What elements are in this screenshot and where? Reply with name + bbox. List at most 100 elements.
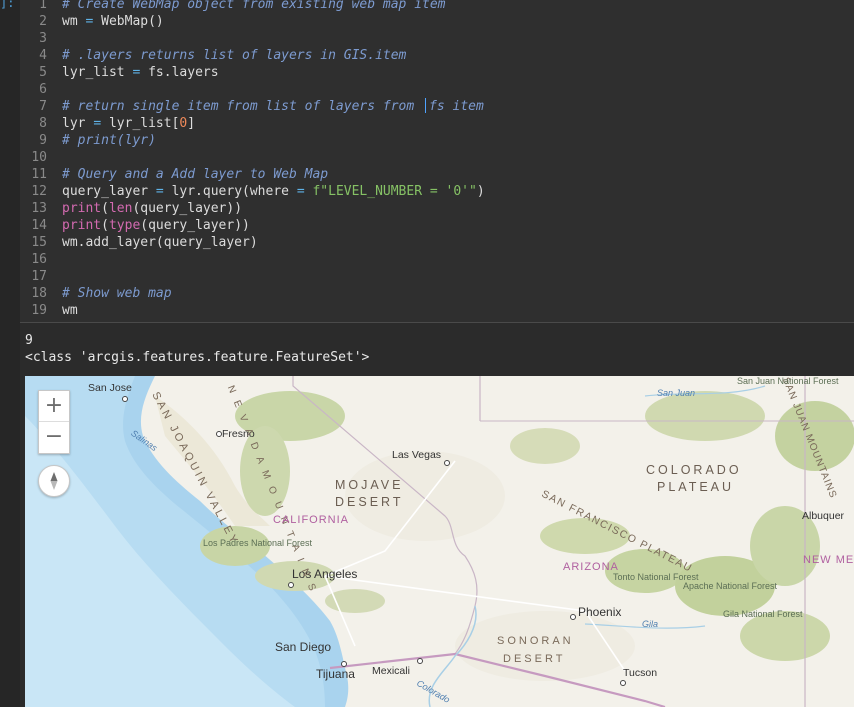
label-san-diego: San Diego [275,640,332,654]
label-apache-forest: Apache National Forest [683,581,777,591]
label-san-juan-forest: San Juan National Forest [737,376,839,386]
code-text: # print(lyr) [62,132,156,149]
code-line[interactable]: 8 lyr = lyr_list[0] [20,115,854,132]
code-text: print(type(query_layer)) [62,217,250,234]
code-line[interactable]: 3 [20,30,854,47]
compass-icon [50,472,58,490]
code-line[interactable]: 1 # Create WebMap object from existing we… [20,0,854,13]
code-text: # Show web map [62,285,172,302]
code-text: wm.add_layer(query_layer) [62,234,258,251]
label-colorado: COLORADO [646,463,742,477]
line-number: 1 [39,0,47,12]
line-number: 7 [39,99,47,114]
code-line[interactable]: 19 wm [20,302,854,319]
label-arizona: ARIZONA [563,561,619,573]
code-line[interactable]: 17 [20,268,854,285]
label-mexicali: Mexicali [372,665,410,677]
line-number: 2 [39,14,47,29]
label-san-jose: San Jose [88,382,132,394]
city-marker [122,396,128,402]
code-text: lyr = lyr_list[0] [62,115,195,132]
code-token: query_layer [62,184,156,199]
code-token: print [62,201,102,216]
line-number: 13 [31,201,47,216]
code-line[interactable]: 13 print(len(query_layer)) [20,200,854,217]
code-text: # .layers returns list of layers in GIS.… [62,47,406,64]
code-text: # Query and a Add layer to Web Map [62,166,328,183]
code-token: wm [62,303,78,318]
code-text: # return single item from list of layers… [62,98,484,115]
code-token: print [62,218,102,233]
web-map[interactable]: + − San Jose Fresno Las Vegas Los Angele… [25,376,854,707]
city-marker [417,658,423,664]
line-number: 19 [31,303,47,318]
line-number: 9 [39,133,47,148]
code-line[interactable]: 7 # return single item from list of layer… [20,98,854,115]
city-marker [444,460,450,466]
line-number: 18 [31,286,47,301]
label-las-vegas: Las Vegas [392,449,442,461]
code-token: lyr [62,116,94,131]
code-token: # Query and a Add layer to Web Map [62,167,329,182]
line-number: 5 [39,65,47,80]
line-number: 15 [31,235,47,250]
label-albuquerque: Albuquer [802,510,845,522]
cell-prompt: ]: [0,0,15,10]
code-text: wm [62,302,78,319]
code-line[interactable]: 9 # print(lyr) [20,132,854,149]
line-number: 3 [39,31,47,46]
code-line[interactable]: 6 [20,81,854,98]
code-line[interactable]: 16 [20,251,854,268]
compass-button[interactable] [38,465,70,497]
city-marker [288,582,294,588]
city-marker [570,614,576,620]
line-number: 12 [31,184,47,199]
code-token: # print(lyr) [62,133,156,148]
code-line[interactable]: 14 print(type(query_layer)) [20,217,854,234]
code-token: # .layers returns list of layers in GIS.… [62,48,407,63]
code-token: f"LEVEL_NUMBER = '0'" [304,184,477,199]
code-token: = [155,184,164,199]
zoom-control: + − [38,390,70,454]
zoom-out-button[interactable]: − [39,422,69,453]
code-line[interactable]: 15 wm.add_layer(query_layer) [20,234,854,251]
code-text: lyr_list = fs.layers [62,64,219,81]
code-token: len [108,201,133,216]
line-number: 17 [31,269,47,284]
code-line[interactable]: 11 # Query and a Add layer to Web Map [20,166,854,183]
code-line[interactable]: 5 lyr_list = fs.layers [20,64,854,81]
label-california: CALIFORNIA [273,514,350,526]
code-token: wm.add_layer(query_layer) [62,235,258,250]
line-number: 4 [39,48,47,63]
code-line[interactable]: 4 # .layers returns list of layers in GIS… [20,47,854,64]
code-line[interactable]: 2 wm = WebMap() [20,13,854,30]
line-number: 14 [31,218,47,233]
label-gila-river: Gila [642,619,659,629]
line-number: 8 [39,116,47,131]
label-mojave: MOJAVE [335,478,404,492]
cell-output: 9 <class 'arcgis.features.feature.Featur… [20,322,854,370]
code-token: lyr.query(where [163,184,297,199]
text-cursor [425,98,427,113]
label-new-mexico: NEW ME [803,554,854,566]
code-token: ( [101,218,109,233]
code-text: # Create WebMap object from existing web… [62,0,446,13]
zoom-in-button[interactable]: + [39,391,69,422]
line-number: 10 [31,150,47,165]
label-tucson: Tucson [623,667,658,679]
code-text: query_layer = lyr.query(where = f"LEVEL_… [62,183,485,200]
basemap-terrain [25,376,854,707]
output-line-count: 9 [25,333,33,348]
label-tonto-forest: Tonto National Forest [613,572,699,582]
code-line[interactable]: 10 [20,149,854,166]
code-token: fs item [429,99,484,114]
label-san-juan-river: San Juan [657,388,696,398]
code-line[interactable]: 18 # Show web map [20,285,854,302]
code-token: (query_layer)) [140,218,250,233]
code-editor[interactable]: 1 # Create WebMap object from existing we… [20,0,854,322]
code-line[interactable]: 12 query_layer = lyr.query(where = f"LEVE… [20,183,854,200]
label-gila-forest: Gila National Forest [723,609,803,619]
line-number: 16 [31,252,47,267]
label-sonoran-desert: DESERT [503,653,566,665]
label-los-padres-forest: Los Padres National Forest [203,538,313,548]
